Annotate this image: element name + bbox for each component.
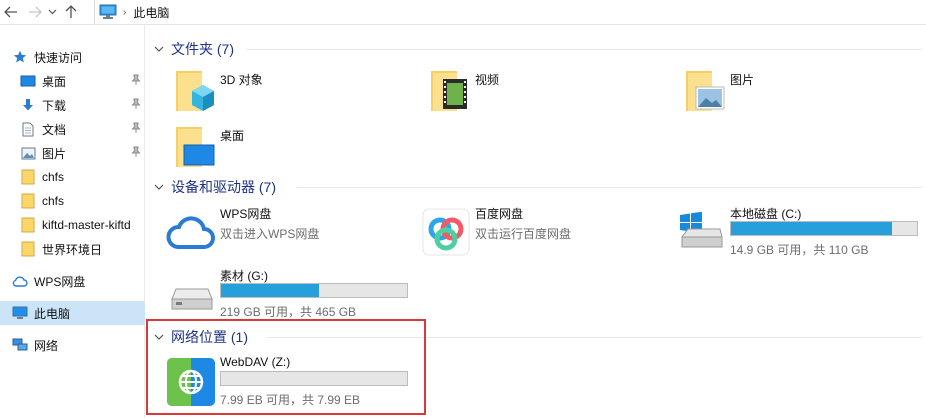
group-header-devices[interactable]: 设备和驱动器 (7) — [154, 177, 276, 197]
drive-usage-fill — [221, 284, 320, 297]
arrow-up-icon — [65, 5, 77, 18]
group-header-folders[interactable]: 文件夹 (7) — [154, 39, 234, 59]
network-icon — [12, 337, 28, 353]
monitor-icon — [99, 4, 117, 19]
drive-local-disk-c[interactable]: 本地磁盘 (C:) 14.9 GB 可用，共 110 GB — [656, 201, 918, 257]
sidebar-item-wps-cloud[interactable]: WPS网盘 — [0, 269, 145, 293]
folder-icon — [20, 241, 36, 257]
3d-objects-folder-icon — [176, 71, 214, 111]
breadcrumb-this-pc[interactable]: 此电脑 — [133, 4, 169, 21]
up-button[interactable] — [62, 1, 80, 23]
pin-icon[interactable] — [131, 74, 141, 89]
sidebar-item-quick-access[interactable]: 快速访问 — [0, 45, 145, 69]
back-button[interactable] — [2, 1, 20, 23]
drive-material-g[interactable]: 素材 (G:) 219 GB 可用，共 465 GB — [146, 263, 408, 319]
breadcrumb-separator[interactable]: › — [123, 7, 126, 18]
sidebar-item-network[interactable]: 网络 — [0, 333, 145, 357]
sidebar-item-label: 桌面 — [42, 74, 67, 89]
sidebar-item-label: 世界环境日 — [42, 242, 103, 257]
cloud-icon — [12, 273, 28, 289]
pin-icon[interactable] — [131, 146, 141, 161]
desktop-icon — [20, 73, 36, 89]
chevron-down-icon — [154, 184, 164, 190]
chevron-down-icon — [154, 46, 164, 52]
drive-name: WPS网盘 — [220, 207, 272, 221]
pin-icon[interactable] — [131, 122, 141, 137]
monitor-icon — [12, 305, 28, 321]
group-divider — [296, 187, 922, 188]
drive-free-space: 14.9 GB 可用，共 110 GB — [730, 243, 869, 257]
chevron-down-icon — [48, 9, 56, 15]
videos-folder-icon — [431, 71, 467, 111]
pin-icon[interactable] — [131, 98, 141, 113]
folder-icon — [20, 193, 36, 209]
folder-videos[interactable]: 视频 — [401, 67, 641, 119]
group-divider — [246, 49, 922, 50]
sidebar-item-pictures[interactable]: 图片 — [0, 141, 145, 165]
sidebar-item-label: kiftd-master-kiftd — [42, 218, 131, 232]
drive-name: 百度网盘 — [475, 207, 524, 221]
drive-description: 双击运行百度网盘 — [475, 227, 572, 241]
folder-name: 视频 — [475, 73, 500, 87]
windows-drive-icon — [680, 211, 723, 248]
group-title: 文件夹 (7) — [171, 41, 234, 57]
sidebar-item-documents[interactable]: 文档 — [0, 117, 145, 141]
folder-3d-objects[interactable]: 3D 对象 — [146, 67, 386, 119]
baidu-netdisk-icon — [422, 208, 470, 256]
sidebar-item-this-pc[interactable]: 此电脑 — [0, 301, 145, 325]
sidebar-item-label: 下载 — [42, 98, 67, 113]
arrow-right-icon — [29, 6, 42, 18]
folder-pictures[interactable]: 图片 — [656, 67, 896, 119]
recent-locations-button[interactable] — [46, 1, 58, 23]
sidebar-item-kiftd[interactable]: kiftd-master-kiftd — [0, 213, 145, 237]
sidebar-item-desktop[interactable]: 桌面 — [0, 69, 145, 93]
sidebar-item-label: chfs — [42, 194, 65, 208]
folder-name: 图片 — [730, 73, 755, 87]
sidebar-item-label: 图片 — [42, 146, 67, 161]
sidebar-item-label: WPS网盘 — [34, 274, 86, 289]
document-icon — [20, 121, 36, 137]
drive-wps-cloud[interactable]: WPS网盘 双击进入WPS网盘 — [146, 201, 391, 257]
drive-free-space: 219 GB 可用，共 465 GB — [220, 305, 357, 319]
download-arrow-icon — [20, 97, 36, 113]
folder-icon — [20, 169, 36, 185]
drive-baidu-netdisk[interactable]: 百度网盘 双击运行百度网盘 — [401, 201, 646, 257]
drive-name: 本地磁盘 (C:) — [730, 207, 802, 221]
folder-desktop[interactable]: 桌面 — [146, 123, 386, 175]
desktop-folder-icon — [176, 127, 215, 167]
sidebar-item-label: chfs — [42, 170, 65, 184]
sidebar-item-chfs-1[interactable]: chfs — [0, 165, 145, 189]
sidebar-item-world-environment-day[interactable]: 世界环境日 — [0, 237, 145, 261]
folder-icon — [20, 217, 36, 233]
highlight-box — [146, 319, 426, 415]
forward-button[interactable] — [26, 1, 44, 23]
sidebar-item-label: 此电脑 — [34, 306, 71, 321]
star-icon — [12, 49, 28, 65]
sidebar-item-label: 文档 — [42, 122, 67, 137]
navigation-pane: 快速访问 桌面 下载 文档 图片 chfs chfs kiftd-master-… — [0, 25, 145, 418]
picture-icon — [20, 145, 36, 161]
sidebar-item-chfs-2[interactable]: chfs — [0, 189, 145, 213]
sidebar-item-label: 网络 — [34, 338, 59, 353]
drive-usage-bar — [730, 221, 918, 236]
group-title: 设备和驱动器 (7) — [171, 179, 276, 195]
arrow-left-icon — [4, 6, 17, 18]
address-toolbar: › 此电脑 — [0, 0, 926, 25]
drive-name: 素材 (G:) — [220, 269, 268, 283]
sidebar-item-label: 快速访问 — [34, 50, 83, 65]
drive-usage-bar — [220, 283, 408, 298]
drive-description: 双击进入WPS网盘 — [220, 227, 320, 241]
sidebar-item-downloads[interactable]: 下载 — [0, 93, 145, 117]
pictures-folder-icon — [686, 71, 725, 111]
wps-cloud-icon — [166, 216, 215, 249]
folder-name: 3D 对象 — [220, 73, 263, 87]
address-box[interactable]: › 此电脑 — [94, 0, 926, 24]
drive-usage-fill — [731, 222, 892, 235]
hard-drive-icon — [171, 288, 213, 310]
folder-name: 桌面 — [220, 129, 245, 143]
